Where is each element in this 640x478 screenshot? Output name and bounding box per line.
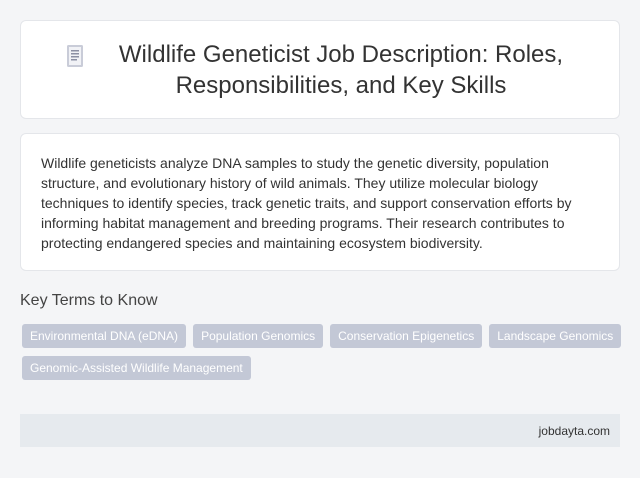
summary-card: Wildlife geneticists analyze DNA samples…: [20, 133, 620, 271]
document-icon: [64, 43, 86, 69]
key-term-tag[interactable]: Population Genomics: [193, 324, 324, 348]
key-term-tag[interactable]: Landscape Genomics: [489, 324, 622, 348]
key-terms-heading: Key Terms to Know: [20, 292, 158, 309]
page: Wildlife Geneticist Job Description: Rol…: [0, 0, 640, 478]
key-terms-list: Environmental DNA (eDNA) Population Geno…: [22, 324, 622, 380]
summary-text: Wildlife geneticists analyze DNA samples…: [41, 155, 572, 251]
key-term-tag[interactable]: Genomic-Assisted Wildlife Management: [22, 356, 251, 380]
page-title: Wildlife Geneticist Job Description: Rol…: [118, 40, 564, 99]
key-term-tag[interactable]: Environmental DNA (eDNA): [22, 324, 187, 348]
footer: jobdayta.com: [20, 414, 620, 447]
footer-source: jobdayta.com: [538, 423, 610, 438]
title-row: Wildlife Geneticist Job Description: Rol…: [64, 39, 576, 101]
key-term-tag[interactable]: Conservation Epigenetics: [330, 324, 483, 348]
title-card: Wildlife Geneticist Job Description: Rol…: [20, 20, 620, 119]
